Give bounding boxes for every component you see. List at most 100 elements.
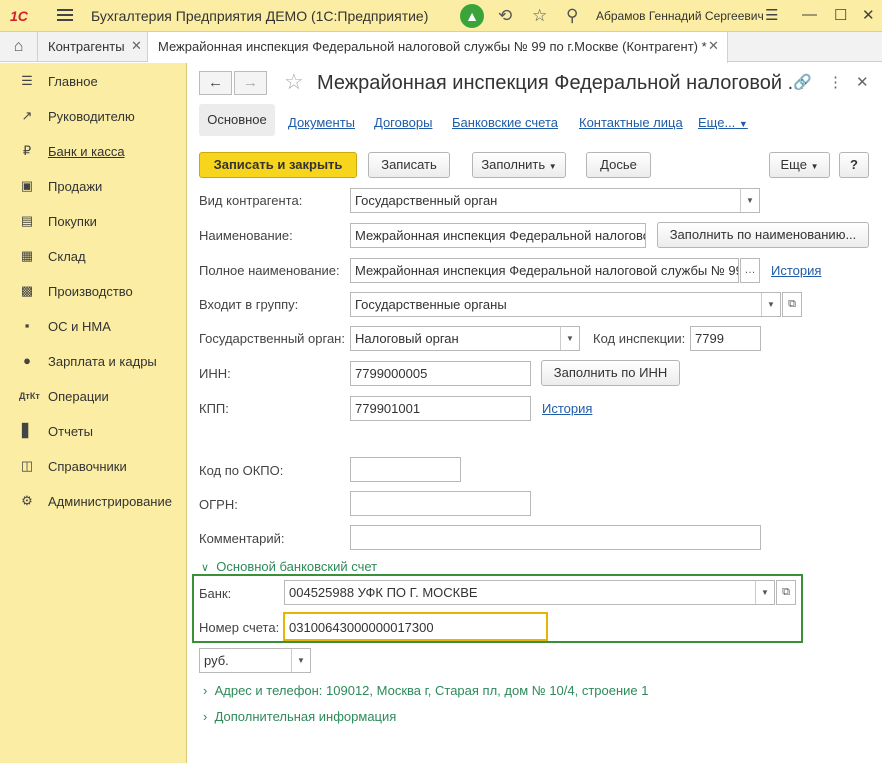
- tab-contacts[interactable]: Контактные лица: [579, 115, 683, 130]
- sidebar-item-assets[interactable]: ▪ ОС и НМА: [0, 310, 186, 340]
- gear-icon: ⚙: [21, 493, 33, 508]
- group-label: Входит в группу:: [199, 297, 299, 312]
- tab-documents[interactable]: Документы: [288, 115, 355, 130]
- more-button[interactable]: Еще ▼: [769, 152, 830, 178]
- sidebar-item-label: Покупки: [48, 214, 97, 229]
- sidebar-item-directories[interactable]: ◫ Справочники: [0, 450, 186, 480]
- sidebar-item-reports[interactable]: ▋ Отчеты: [0, 415, 186, 445]
- sidebar-item-operations[interactable]: ДтКт Операции: [0, 380, 186, 410]
- help-button[interactable]: ?: [839, 152, 869, 178]
- main-menu-icon[interactable]: [57, 9, 73, 22]
- tab-contractors-label: Контрагенты: [48, 39, 125, 54]
- open-bank-icon[interactable]: ⧉: [776, 580, 796, 605]
- open-item-icon[interactable]: ⧉: [782, 292, 802, 317]
- close-form-icon[interactable]: ✕: [856, 73, 869, 91]
- ogrn-input[interactable]: [350, 491, 531, 516]
- sidebar-item-label: Отчеты: [48, 424, 93, 439]
- factory-icon: ▩: [20, 283, 34, 298]
- save-and-close-button[interactable]: Записать и закрыть: [199, 152, 357, 178]
- maximize-icon[interactable]: ☐: [834, 6, 847, 24]
- tab-contractor-card[interactable]: Межрайонная инспекция Федеральной налого…: [148, 32, 728, 63]
- chevron-down-icon[interactable]: ▼: [761, 293, 780, 316]
- group-value: Государственные органы: [355, 297, 507, 312]
- bank-section-header[interactable]: ∨ Основной банковский счет: [201, 559, 377, 574]
- extra-info-section-header[interactable]: › Дополнительная информация: [203, 709, 396, 724]
- chevron-down-icon[interactable]: ▼: [291, 649, 310, 672]
- address-section-header[interactable]: › Адрес и телефон: 109012, Москва г, Ста…: [203, 683, 649, 698]
- chevron-down-icon[interactable]: ▼: [560, 327, 579, 350]
- okpo-label: Код по ОКПО:: [199, 463, 284, 478]
- chevron-right-icon: ›: [203, 709, 208, 724]
- sidebar-item-main[interactable]: ☰ Главное: [0, 65, 186, 95]
- okpo-input[interactable]: [350, 457, 461, 482]
- tab-contractors[interactable]: Контрагенты ✕: [38, 32, 148, 62]
- history-icon[interactable]: ⟲: [498, 6, 512, 26]
- fullname-label: Полное наименование:: [199, 263, 340, 278]
- minimize-icon[interactable]: —: [802, 6, 817, 23]
- chevron-down-icon[interactable]: ▼: [755, 581, 774, 604]
- sidebar-item-salary[interactable]: ● Зарплата и кадры: [0, 345, 186, 375]
- link-icon[interactable]: 🔗: [793, 73, 812, 91]
- search-icon[interactable]: ⚲: [566, 6, 578, 26]
- tab-contracts[interactable]: Договоры: [374, 115, 432, 130]
- save-button[interactable]: Записать: [368, 152, 450, 178]
- favorites-star-icon[interactable]: ☆: [532, 6, 547, 26]
- app-logo[interactable]: 1С: [10, 8, 28, 24]
- sidebar-item-administration[interactable]: ⚙ Администрирование: [0, 485, 186, 515]
- kind-value: Государственный орган: [355, 193, 498, 208]
- dossier-button[interactable]: Досье: [586, 152, 651, 178]
- bar-chart-icon: ▋: [22, 423, 32, 438]
- currency-select[interactable]: руб. ▼: [199, 648, 311, 673]
- fill-by-name-button[interactable]: Заполнить по наименованию...: [657, 222, 869, 248]
- kind-select[interactable]: Государственный орган ▼: [350, 188, 760, 213]
- gov-select[interactable]: Налоговый орган ▼: [350, 326, 580, 351]
- chevron-down-icon: ▼: [738, 119, 748, 129]
- sidebar-item-manager[interactable]: ↗ Руководителю: [0, 100, 186, 130]
- kpp-label: КПП:: [199, 401, 229, 416]
- sidebar-item-purchases[interactable]: ▤ Покупки: [0, 205, 186, 235]
- account-number-input[interactable]: 03100643000000017300: [283, 612, 548, 641]
- name-label: Наименование:: [199, 228, 293, 243]
- close-window-icon[interactable]: ✕: [862, 6, 875, 24]
- more-vertical-icon[interactable]: ⋮: [828, 73, 843, 91]
- chevron-down-icon[interactable]: ▼: [740, 189, 759, 212]
- kpp-history-link[interactable]: История: [542, 401, 592, 416]
- fill-button[interactable]: Заполнить ▼: [472, 152, 566, 178]
- tab-contractor-card-label: Межрайонная инспекция Федеральной налого…: [158, 39, 707, 54]
- bank-section-title: Основной банковский счет: [216, 559, 378, 574]
- inspection-code-input[interactable]: 7799: [690, 326, 761, 351]
- forward-arrow-icon[interactable]: →: [234, 71, 267, 95]
- bag-icon: ▣: [20, 178, 34, 193]
- sidebar-item-sales[interactable]: ▣ Продажи: [0, 170, 186, 200]
- more-dots-icon[interactable]: …: [740, 258, 760, 283]
- tab-more[interactable]: Еще... ▼: [698, 115, 748, 130]
- home-icon[interactable]: ⌂: [0, 32, 38, 62]
- sidebar-item-production[interactable]: ▩ Производство: [0, 275, 186, 305]
- sidebar-item-warehouse[interactable]: ▦ Склад: [0, 240, 186, 270]
- comment-input[interactable]: [350, 525, 761, 550]
- sidebar-item-bank[interactable]: ₽ Банк и касса: [0, 135, 186, 165]
- notifications-bell-icon[interactable]: ▲: [460, 4, 484, 28]
- app-title: Бухгалтерия Предприятия ДЕМО (1С:Предпри…: [91, 8, 429, 24]
- tab-bank-accounts[interactable]: Банковские счета: [452, 115, 558, 130]
- settings-menu-icon[interactable]: ☰: [765, 6, 778, 24]
- bank-select[interactable]: 004525988 УФК ПО Г. МОСКВЕ ▼: [284, 580, 775, 605]
- more-button-label: Еще: [780, 157, 807, 172]
- name-input[interactable]: Межрайонная инспекция Федеральной налого…: [350, 223, 646, 248]
- back-arrow-icon[interactable]: ←: [199, 71, 232, 95]
- gov-value: Налоговый орган: [355, 331, 459, 346]
- inn-label: ИНН:: [199, 366, 231, 381]
- user-name[interactable]: Абрамов Геннадий Сергеевич: [596, 9, 764, 23]
- inn-input[interactable]: 7799000005: [350, 361, 531, 386]
- tab-main[interactable]: Основное: [199, 104, 275, 136]
- fullname-input[interactable]: Межрайонная инспекция Федеральной налого…: [350, 258, 739, 283]
- group-select[interactable]: Государственные органы ▼: [350, 292, 781, 317]
- close-tab-icon[interactable]: ✕: [708, 38, 719, 54]
- close-tab-icon[interactable]: ✕: [131, 38, 142, 54]
- fill-by-inn-button[interactable]: Заполнить по ИНН: [541, 360, 680, 386]
- ogrn-label: ОГРН:: [199, 497, 238, 512]
- sidebar-item-label: Производство: [48, 284, 133, 299]
- favorite-star-icon[interactable]: ☆: [284, 70, 304, 94]
- fullname-history-link[interactable]: История: [771, 263, 821, 278]
- kpp-input[interactable]: 779901001: [350, 396, 531, 421]
